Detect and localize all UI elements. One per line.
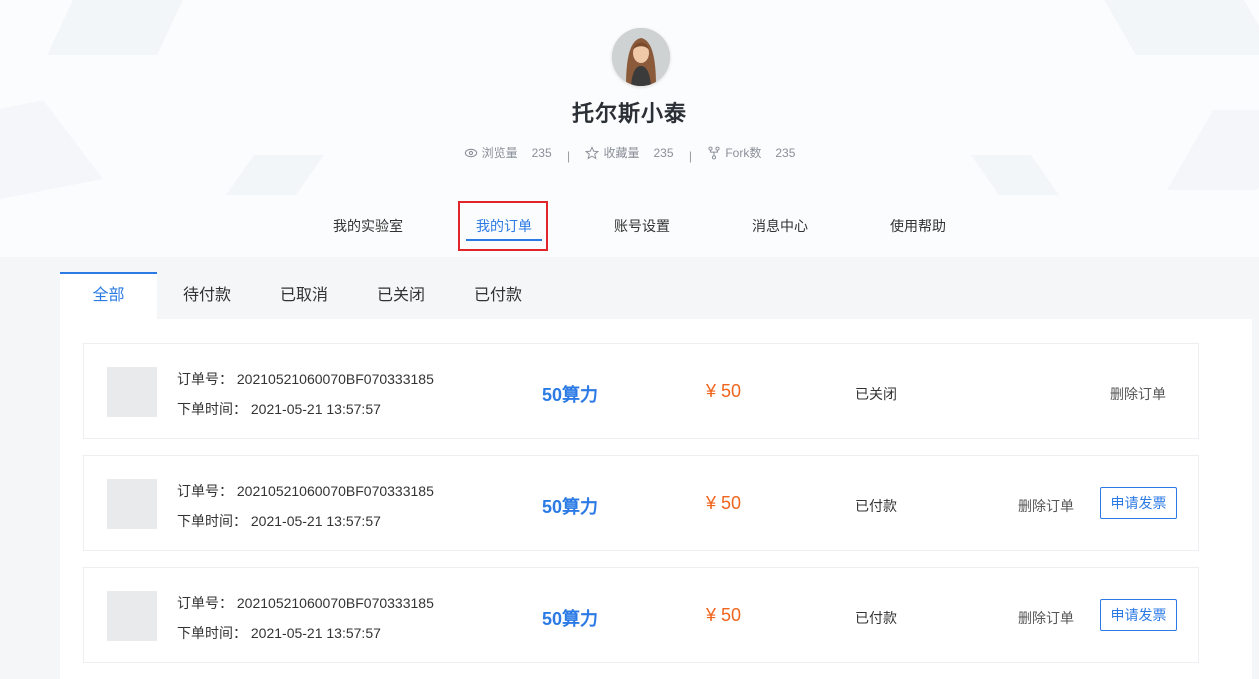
star-icon (585, 145, 600, 159)
order-time: 下单时间： 2021-05-21 13:57:57 (177, 623, 381, 643)
order-product: 50算力 (542, 385, 599, 405)
nav-account-settings[interactable]: 账号设置 (614, 216, 670, 236)
order-product: 50算力 (542, 497, 599, 517)
order-time-value: 2021-05-21 13:57:57 (250, 401, 381, 417)
order-price: ¥ 50 (706, 381, 742, 401)
order-time-value: 2021-05-21 13:57:57 (250, 513, 381, 529)
stat-separator: | (567, 148, 571, 163)
order-thumbnail (107, 591, 157, 641)
eye-icon (464, 148, 477, 157)
profile-stats: 浏览量 235 | 收藏量 235 | Fork数 235 (0, 144, 1259, 163)
stat-label: 收藏量 (603, 146, 640, 160)
order-product: 50算力 (542, 609, 599, 629)
order-status: 已付款 (855, 610, 897, 626)
decor-shape (1104, 0, 1259, 55)
order-number-value: 20210521060070BF070333185 (236, 595, 434, 611)
nav-my-lab[interactable]: 我的实验室 (333, 216, 403, 236)
avatar-portrait-icon (612, 28, 670, 86)
stat-value: 235 (653, 145, 674, 160)
profile-nav: 我的实验室 我的订单 账号设置 消息中心 使用帮助 (0, 216, 1259, 246)
decor-shape (47, 0, 183, 55)
views-stat: 浏览量 235 (464, 144, 552, 161)
order-status: 已关闭 (855, 386, 897, 402)
profile-header: 托尔斯小泰 浏览量 235 | 收藏量 235 | Fork数 235 我的实验… (0, 0, 1259, 257)
tab-all[interactable]: 全部 (60, 272, 157, 319)
order-card: 订单号： 20210521060070BF070333185 下单时间： 202… (83, 455, 1199, 551)
order-number: 订单号： 20210521060070BF070333185 (177, 593, 434, 613)
fork-icon (708, 146, 720, 159)
stat-label: 浏览量 (481, 146, 518, 160)
nav-highlight-box (458, 201, 548, 251)
order-time-label: 下单时间： (177, 625, 247, 641)
order-time: 下单时间： 2021-05-21 13:57:57 (177, 511, 381, 531)
order-number-label: 订单号： (177, 595, 233, 611)
stat-separator: | (688, 148, 692, 163)
tab-pending-payment[interactable]: 待付款 (182, 272, 232, 319)
username: 托尔斯小泰 (571, 101, 687, 126)
request-invoice-button[interactable]: 申请发票 (1100, 599, 1177, 631)
delete-order-button[interactable]: 删除订单 (1110, 384, 1166, 404)
order-number-value: 20210521060070BF070333185 (236, 371, 434, 387)
order-thumbnail (107, 479, 157, 529)
tab-paid[interactable]: 已付款 (473, 272, 523, 319)
order-thumbnail (107, 367, 157, 417)
stat-value: 235 (775, 145, 796, 160)
order-price: ¥ 50 (706, 493, 742, 513)
nav-help[interactable]: 使用帮助 (890, 216, 946, 236)
favorites-stat: 收藏量 235 (585, 144, 674, 161)
order-time-label: 下单时间： (177, 401, 247, 417)
order-number: 订单号： 20210521060070BF070333185 (177, 369, 434, 389)
order-number-label: 订单号： (177, 483, 233, 499)
order-number-value: 20210521060070BF070333185 (236, 483, 434, 499)
delete-order-button[interactable]: 删除订单 (1018, 496, 1074, 516)
order-price: ¥ 50 (706, 605, 742, 625)
tab-cancelled[interactable]: 已取消 (279, 272, 329, 319)
order-time-value: 2021-05-21 13:57:57 (250, 625, 381, 641)
order-card: 订单号： 20210521060070BF070333185 下单时间： 202… (83, 343, 1199, 439)
order-number: 订单号： 20210521060070BF070333185 (177, 481, 434, 501)
order-time-label: 下单时间： (177, 513, 247, 529)
order-number-label: 订单号： (177, 371, 233, 387)
orders-panel: 订单号： 20210521060070BF070333185 下单时间： 202… (60, 319, 1252, 679)
avatar[interactable] (612, 28, 670, 86)
stat-value: 235 (531, 145, 552, 160)
nav-message-center[interactable]: 消息中心 (752, 216, 808, 236)
order-status: 已付款 (855, 498, 897, 514)
stat-label: Fork数 (725, 146, 762, 160)
order-card: 订单号： 20210521060070BF070333185 下单时间： 202… (83, 567, 1199, 663)
order-time: 下单时间： 2021-05-21 13:57:57 (177, 399, 381, 419)
forks-stat: Fork数 235 (707, 144, 795, 161)
tab-closed[interactable]: 已关闭 (376, 272, 426, 319)
delete-order-button[interactable]: 删除订单 (1018, 608, 1074, 628)
request-invoice-button[interactable]: 申请发票 (1100, 487, 1177, 519)
